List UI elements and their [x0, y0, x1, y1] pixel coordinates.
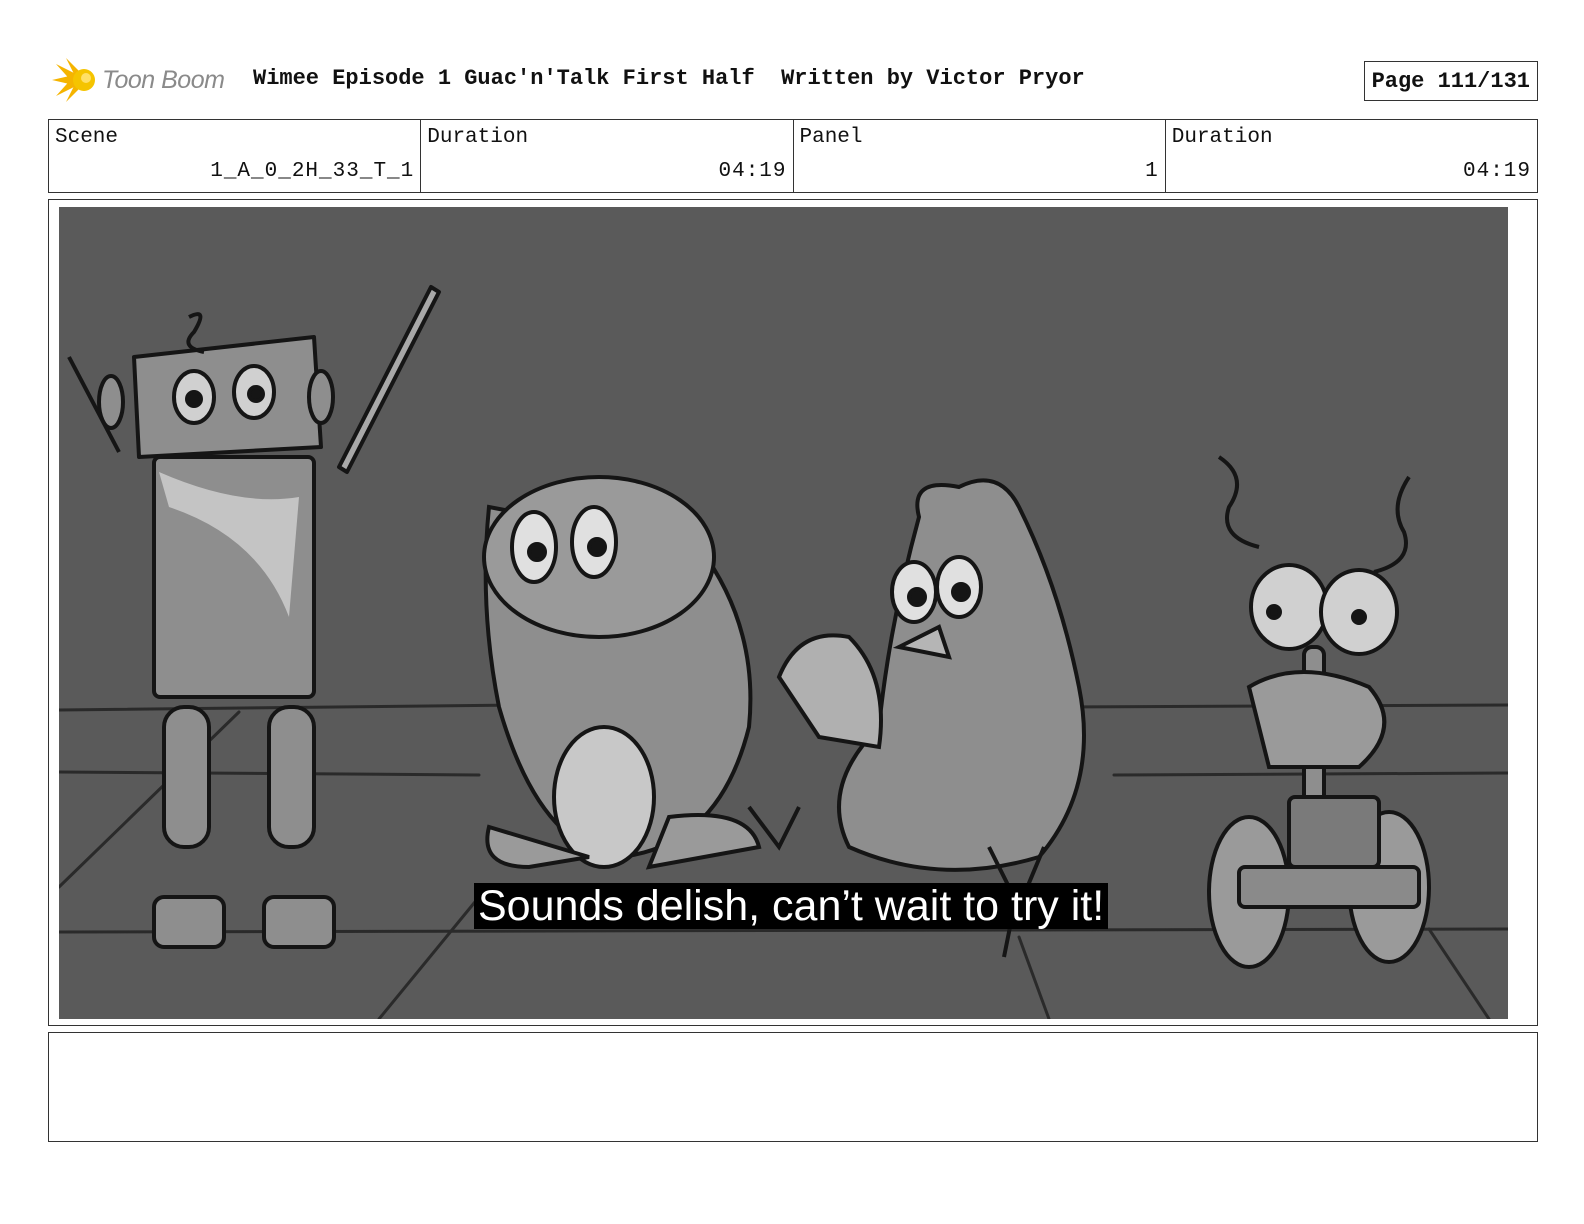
panel-duration-value: 04:19 [1462, 160, 1531, 183]
panel-frame: Sounds delish, can’t wait to try it! [48, 199, 1538, 1026]
logo-text: Toon Boom [102, 65, 225, 94]
document-title: Wimee Episode 1 Guac'n'Talk First Half W… [253, 66, 1085, 91]
panel-cell: Panel 1 [794, 120, 1166, 192]
scene-label: Scene [55, 126, 119, 149]
scene-duration-value: 04:19 [718, 160, 787, 183]
panel-value: 1 [1145, 160, 1159, 183]
panel-sketch-image: Sounds delish, can’t wait to try it! [59, 207, 1508, 1019]
panel-notes-box[interactable] [48, 1032, 1538, 1142]
starburst-logo-icon [52, 58, 95, 102]
scene-info-table: Scene 1_A_0_2H_33_T_1 Duration 04:19 Pan… [48, 119, 1538, 193]
scene-duration-cell: Duration 04:19 [421, 120, 794, 192]
panel-duration-label: Duration [1171, 126, 1273, 149]
scene-value: 1_A_0_2H_33_T_1 [210, 160, 415, 183]
page-number: Page 111/131 [1363, 61, 1538, 101]
storyboard-header: Toon Boom Wimee Episode 1 Guac'n'Talk Fi… [48, 54, 1538, 106]
toon-boom-logo: Toon Boom [48, 54, 240, 106]
panel-label: Panel [799, 126, 863, 149]
panel-duration-cell: Duration 04:19 [1166, 120, 1537, 192]
dialogue-subtitle: Sounds delish, can’t wait to try it! [474, 883, 1109, 929]
scene-cell: Scene 1_A_0_2H_33_T_1 [49, 120, 422, 192]
scene-duration-label: Duration [427, 126, 529, 149]
